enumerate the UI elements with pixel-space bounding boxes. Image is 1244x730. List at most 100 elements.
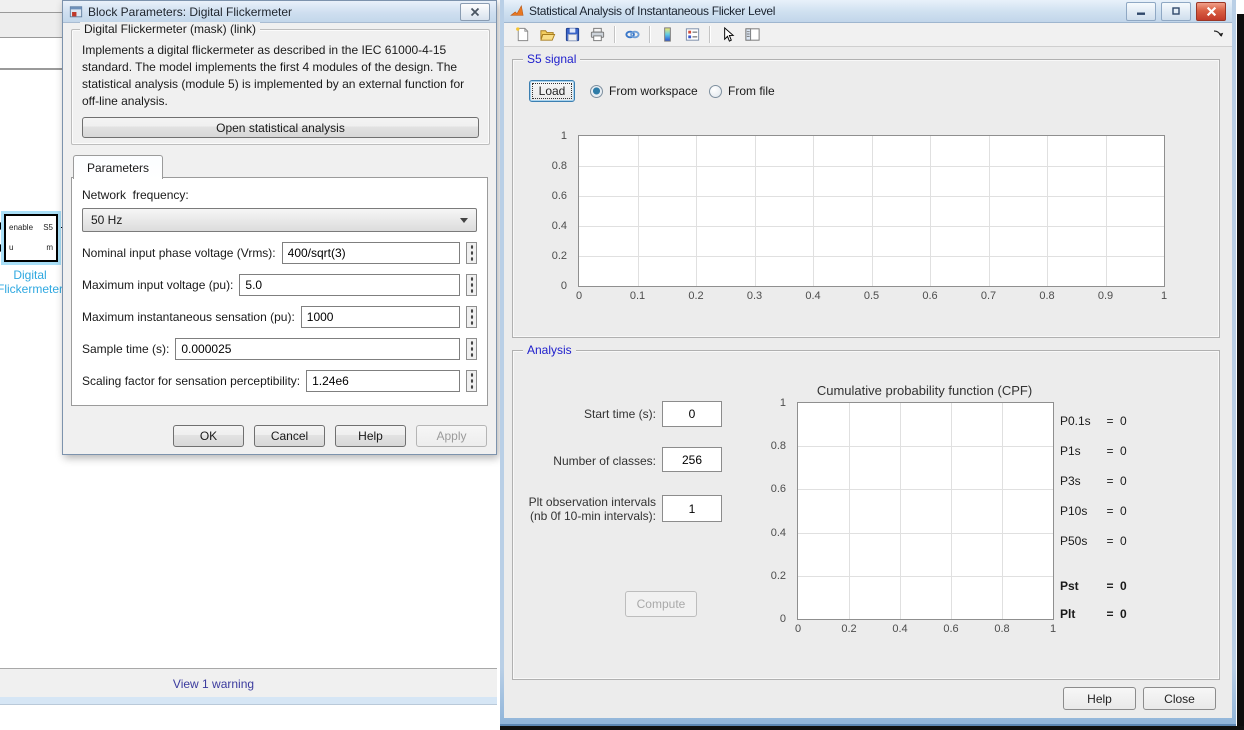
gridline [579, 226, 1164, 227]
field-row-vrms: Nominal input phase voltage (Vrms): [82, 242, 477, 264]
s5-group-label: S5 signal [523, 52, 580, 66]
window-close-button[interactable] [1196, 2, 1226, 21]
network-frequency-label: Network frequency: [82, 188, 477, 202]
network-frequency-value: 50 Hz [91, 213, 122, 227]
minimize-button[interactable] [1126, 2, 1156, 21]
tick-label: 0.4 [552, 220, 567, 232]
radio-from-workspace[interactable]: From workspace [590, 84, 698, 98]
classes-input[interactable] [662, 447, 722, 472]
cpf-plot-yticks: 00.20.40.60.81 [746, 403, 792, 619]
open-statistical-analysis-button[interactable]: Open statistical analysis [82, 117, 479, 138]
simulink-status-strip [0, 697, 497, 705]
insert-legend-icon[interactable] [682, 25, 702, 44]
figure-toolbar [504, 23, 1232, 47]
digital-flickermeter-block[interactable]: enable S5 u m [4, 214, 58, 262]
insert-colorbar-icon[interactable] [657, 25, 677, 44]
plt-intervals-label-line2: (nb 0f 10-min intervals): [514, 509, 656, 523]
tick-label: 0.4 [771, 527, 786, 539]
new-figure-icon[interactable] [512, 25, 532, 44]
compute-button: Compute [625, 591, 697, 617]
tick-label: 0.4 [805, 290, 820, 302]
edit-plot-icon[interactable] [717, 25, 737, 44]
print-figure-icon[interactable] [587, 25, 607, 44]
open-file-icon[interactable] [537, 25, 557, 44]
figure-help-button[interactable]: Help [1063, 687, 1136, 710]
dialog-title-bar[interactable]: Block Parameters: Digital Flickermeter [63, 1, 496, 23]
view-warning-link[interactable]: View 1 warning [173, 677, 254, 691]
tick-label: 0.7 [981, 290, 996, 302]
p-value-row: P1s = 0 [1060, 444, 1140, 458]
vrms-options-button[interactable] [466, 242, 477, 264]
start-time-input[interactable] [662, 401, 722, 427]
cpf-plot-title: Cumulative probability function (CPF) [797, 383, 1052, 398]
equals-sign: = [1100, 444, 1120, 458]
p01s-label: P0.1s [1060, 414, 1100, 428]
max-sensation-input[interactable] [301, 306, 460, 328]
radio-from-workspace-label: From workspace [609, 84, 698, 98]
plt-label: Plt [1060, 607, 1100, 621]
show-plot-tools-icon[interactable] [742, 25, 762, 44]
figure-client-area: S5 signal Load From workspace From file … [504, 47, 1232, 718]
mask-description-group: Digital Flickermeter (mask) (link) Imple… [71, 29, 490, 145]
network-frequency-dropdown[interactable]: 50 Hz [82, 208, 477, 232]
load-button[interactable]: Load [529, 80, 575, 102]
ok-button[interactable]: OK [173, 425, 244, 447]
sample-time-label: Sample time (s): [82, 342, 169, 356]
figure-title: Statistical Analysis of Instantaneous Fl… [529, 4, 1121, 18]
field-row-max-sensation: Maximum instantaneous sensation (pu): [82, 306, 477, 328]
gridline [579, 166, 1164, 167]
screen-right-edge [1237, 14, 1244, 730]
link-plot-icon[interactable] [622, 25, 642, 44]
cancel-button[interactable]: Cancel [254, 425, 325, 447]
equals-sign: = [1100, 504, 1120, 518]
restore-icon [1171, 6, 1181, 16]
save-figure-icon[interactable] [562, 25, 582, 44]
cpf-plot-axes: 00.20.40.60.81 00.20.40.60.81 [797, 402, 1054, 620]
scaling-factor-options-button[interactable] [466, 370, 477, 392]
field-row-max-voltage: Maximum input voltage (pu): [82, 274, 477, 296]
toolbar-overflow-arrow[interactable] [1212, 26, 1224, 44]
tick-label: 0 [576, 290, 582, 302]
tab-parameters[interactable]: Parameters [73, 155, 163, 179]
tick-label: 0.6 [552, 190, 567, 202]
equals-sign: = [1100, 607, 1120, 621]
mask-group-title: Digital Flickermeter (mask) (link) [80, 22, 260, 36]
p-value-row: P10s = 0 [1060, 504, 1140, 518]
figure-title-bar[interactable]: Statistical Analysis of Instantaneous Fl… [504, 0, 1232, 23]
chevron-down-icon [460, 218, 468, 223]
tick-label: 0.2 [688, 290, 703, 302]
tick-label: 0.8 [771, 440, 786, 452]
tick-label: 1 [1161, 290, 1167, 302]
tick-label: 0.8 [552, 160, 567, 172]
tick-label: 0 [780, 613, 786, 625]
vrms-input[interactable] [282, 242, 460, 264]
gridline [579, 256, 1164, 257]
radio-from-file[interactable]: From file [709, 84, 775, 98]
tick-label: 0.9 [1098, 290, 1113, 302]
dialog-close-button[interactable] [460, 3, 490, 21]
max-sensation-options-button[interactable] [466, 306, 477, 328]
tick-label: 0.8 [994, 623, 1009, 635]
figure-close-button[interactable]: Close [1143, 687, 1216, 710]
screen: enable S5 u m Digital Flickermeter View … [0, 0, 1244, 730]
max-voltage-options-button[interactable] [466, 274, 477, 296]
block-parameters-icon [69, 5, 83, 19]
plt-intervals-input[interactable] [662, 495, 722, 522]
sample-time-options-button[interactable] [466, 338, 477, 360]
p1s-value: 0 [1120, 444, 1140, 458]
restore-button[interactable] [1161, 2, 1191, 21]
analysis-group-label: Analysis [523, 343, 576, 357]
help-button[interactable]: Help [335, 425, 406, 447]
tick-label: 0.2 [771, 570, 786, 582]
port-label-u: u [9, 244, 13, 252]
sample-time-input[interactable] [175, 338, 460, 360]
p1s-label: P1s [1060, 444, 1100, 458]
p3s-label: P3s [1060, 474, 1100, 488]
p-value-row: P3s = 0 [1060, 474, 1140, 488]
gridline [579, 196, 1164, 197]
matlab-icon [510, 4, 524, 18]
p-value-row: P0.1s = 0 [1060, 414, 1140, 428]
max-voltage-input[interactable] [239, 274, 460, 296]
close-icon [1206, 6, 1217, 17]
scaling-factor-input[interactable] [306, 370, 460, 392]
